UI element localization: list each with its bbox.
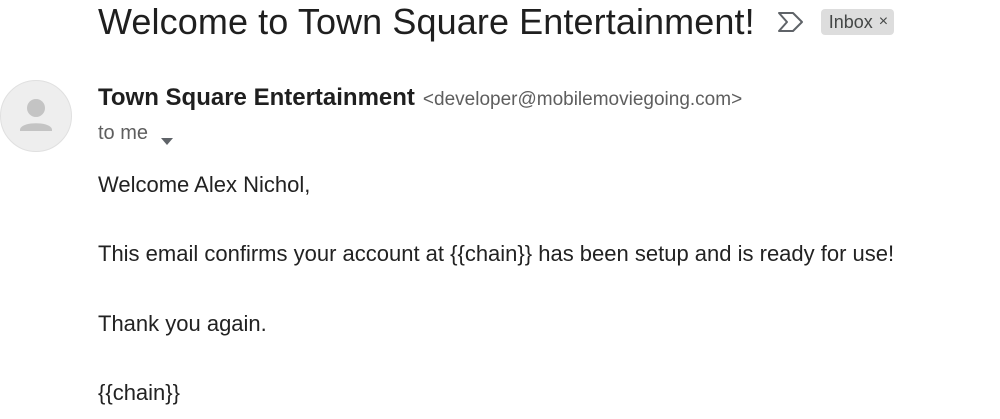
recipient-details-toggle[interactable]: to me (98, 122, 174, 145)
email-signature: {{chain}} (98, 380, 180, 405)
label-chip-inbox[interactable]: Inbox × (820, 9, 895, 35)
email-paragraph-2: Thank you again. (98, 311, 267, 336)
default-avatar-icon (20, 99, 52, 131)
email-paragraph-1: This email confirms your account at {{ch… (98, 241, 895, 266)
caret-down-icon[interactable] (160, 129, 174, 145)
sender-email: <developer@mobilemoviegoing.com> (422, 89, 743, 110)
label-chip-text: Inbox (828, 11, 873, 32)
sender-name[interactable]: Town Square Entertainment (98, 84, 415, 112)
recipient-text: to me (98, 122, 149, 144)
remove-label-icon[interactable]: × (879, 14, 888, 30)
sender-avatar[interactable] (0, 80, 72, 152)
subject-row: Welcome to Town Square Entertainment! In… (98, 0, 895, 44)
email-subject: Welcome to Town Square Entertainment! (98, 1, 755, 42)
email-greeting: Welcome Alex Nichol, (98, 172, 311, 197)
sender-line: Town Square Entertainment <developer@mob… (98, 84, 742, 112)
importance-marker-icon[interactable] (777, 11, 805, 33)
